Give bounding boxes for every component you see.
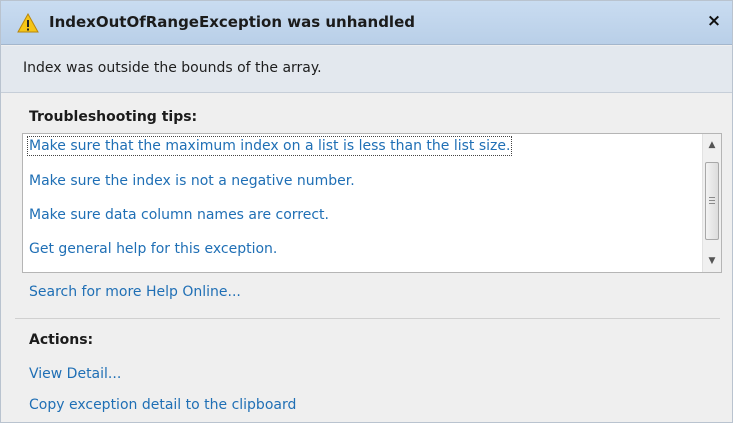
scroll-up-arrow-icon[interactable]: ▲ bbox=[703, 136, 721, 154]
tip-link-general-help[interactable]: Get general help for this exception. bbox=[29, 241, 277, 257]
scroll-thumb[interactable] bbox=[705, 162, 719, 240]
grip-line bbox=[709, 200, 715, 201]
scroll-down-arrow-icon[interactable]: ▼ bbox=[703, 252, 721, 270]
title-bar: IndexOutOfRangeException was unhandled × bbox=[1, 1, 732, 45]
actions-header: Actions: bbox=[29, 332, 94, 348]
exception-title: IndexOutOfRangeException was unhandled bbox=[49, 13, 415, 31]
grip-line bbox=[709, 203, 715, 204]
exception-assistant: IndexOutOfRangeException was unhandled ×… bbox=[0, 0, 733, 423]
close-icon[interactable]: × bbox=[704, 10, 724, 32]
message-area: Index was outside the bounds of the arra… bbox=[1, 46, 732, 93]
tip-link-max-index[interactable]: Make sure that the maximum index on a li… bbox=[26, 136, 513, 156]
tip-link-column-names[interactable]: Make sure data column names are correct. bbox=[29, 207, 329, 223]
copy-exception-detail-link[interactable]: Copy exception detail to the clipboard bbox=[29, 397, 296, 413]
exception-message: Index was outside the bounds of the arra… bbox=[23, 60, 322, 76]
tips-scrollbar[interactable]: ▲ ▼ bbox=[702, 134, 721, 272]
troubleshooting-tips-list[interactable]: Make sure that the maximum index on a li… bbox=[22, 133, 722, 273]
search-help-online-link[interactable]: Search for more Help Online... bbox=[29, 284, 241, 300]
section-divider bbox=[15, 318, 720, 319]
warning-icon bbox=[17, 13, 39, 33]
view-detail-link[interactable]: View Detail... bbox=[29, 366, 121, 382]
grip-line bbox=[709, 197, 715, 198]
tip-link-negative-index[interactable]: Make sure the index is not a negative nu… bbox=[29, 173, 355, 189]
troubleshooting-header: Troubleshooting tips: bbox=[29, 109, 198, 125]
